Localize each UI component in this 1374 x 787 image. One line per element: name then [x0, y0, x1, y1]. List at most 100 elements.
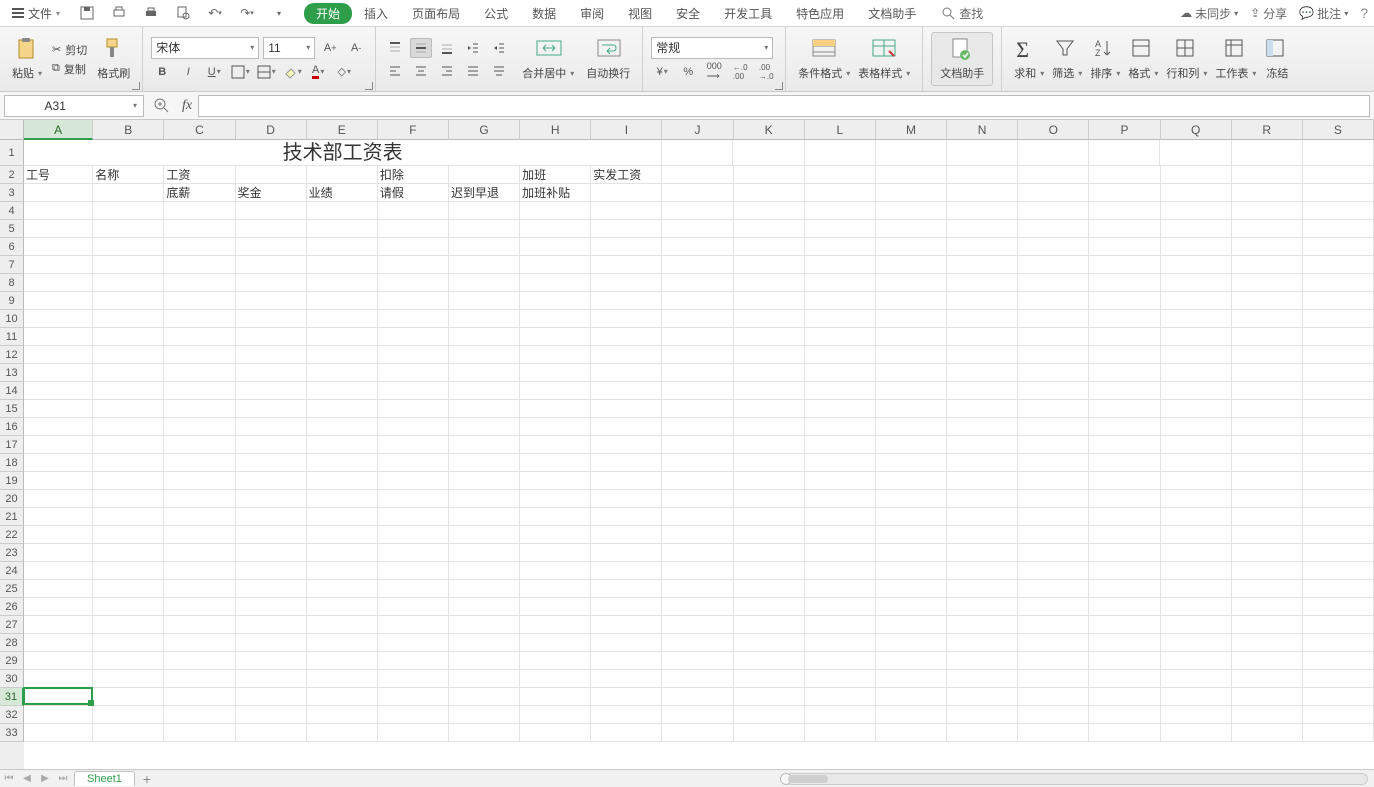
- indent-increase-button[interactable]: [488, 38, 510, 58]
- scroll-thumb[interactable]: [788, 775, 828, 783]
- page-zoom-icon[interactable]: [172, 3, 194, 23]
- merge-center-button[interactable]: 合并居中▾: [518, 37, 578, 81]
- save-icon[interactable]: [76, 3, 98, 23]
- clipboard-launcher[interactable]: [132, 82, 140, 90]
- search-icon: [942, 7, 955, 20]
- align-distributed-button[interactable]: [488, 61, 510, 81]
- font-grow-button[interactable]: A+: [319, 38, 341, 58]
- filter-button[interactable]: 筛选▾: [1048, 37, 1086, 81]
- share-label: 分享: [1263, 5, 1287, 22]
- cell-style-button[interactable]: ▾: [255, 62, 277, 82]
- wrap-text-button[interactable]: 自动换行: [582, 37, 634, 81]
- menu-file[interactable]: 文件 ▾: [6, 3, 66, 24]
- tab-view[interactable]: 视图: [616, 3, 664, 24]
- bold-button[interactable]: B: [151, 62, 173, 82]
- annotate-label: 批注: [1317, 5, 1341, 22]
- align-right-button[interactable]: [436, 61, 458, 81]
- font-color-button[interactable]: A▾: [307, 62, 329, 82]
- cond-fmt-icon: [811, 37, 837, 63]
- hamburger-icon: [12, 8, 24, 18]
- tab-layout[interactable]: 页面布局: [400, 3, 472, 24]
- tab-insert[interactable]: 插入: [352, 3, 400, 24]
- select-all-corner[interactable]: [0, 120, 24, 140]
- percent-button[interactable]: %: [677, 62, 699, 82]
- format-icon: [1130, 37, 1156, 63]
- comma-button[interactable]: 000⟶: [703, 62, 725, 82]
- tab-special[interactable]: 特色应用: [784, 3, 856, 24]
- undo-icon[interactable]: ↶▾: [204, 3, 226, 23]
- decimal-increase-button[interactable]: ←.0.00: [729, 62, 751, 82]
- align-center-button[interactable]: [410, 61, 432, 81]
- fx-label[interactable]: fx: [182, 98, 192, 114]
- qat-more-icon[interactable]: ▾: [268, 3, 290, 23]
- rowcol-button[interactable]: 行和列▾: [1162, 37, 1211, 81]
- sheet-nav-prev[interactable]: ◀: [18, 773, 36, 784]
- number-format-select[interactable]: 常规▾: [651, 37, 773, 59]
- valign-middle-button[interactable]: [410, 38, 432, 58]
- tab-dochelper[interactable]: 文档助手: [856, 3, 928, 24]
- annotate-button[interactable]: 💬 批注 ▾: [1299, 5, 1348, 22]
- tab-devtools[interactable]: 开发工具: [712, 3, 784, 24]
- align-justify-button[interactable]: [462, 61, 484, 81]
- copy-button[interactable]: ⧉复制: [52, 61, 86, 77]
- table-style-icon: [871, 37, 897, 63]
- font-launcher[interactable]: [365, 82, 373, 90]
- fill-color-button[interactable]: ▾: [281, 62, 303, 82]
- paste-button[interactable]: 粘贴▾: [8, 37, 46, 81]
- funnel-icon: [1054, 37, 1080, 63]
- font-size-select[interactable]: 11▾: [263, 37, 315, 59]
- tab-review[interactable]: 审阅: [568, 3, 616, 24]
- tab-security[interactable]: 安全: [664, 3, 712, 24]
- sheet-nav-last[interactable]: ⏭: [54, 773, 72, 784]
- table-style-button[interactable]: 表格样式▾: [854, 37, 914, 81]
- format-painter-button[interactable]: 格式刷: [93, 37, 134, 81]
- indent-decrease-button[interactable]: [462, 38, 484, 58]
- font-name-select[interactable]: 宋体▾: [151, 37, 259, 59]
- decimal-decrease-button[interactable]: .00→.0: [755, 62, 777, 82]
- row-headers[interactable]: 1234567891011121314151617181920212223242…: [0, 140, 24, 769]
- formula-bar[interactable]: [198, 95, 1370, 117]
- sort-icon: AZ: [1092, 37, 1118, 63]
- sheet-tab[interactable]: Sheet1: [74, 771, 135, 786]
- cell-grid[interactable]: 技术部工资表工号名称工资扣除加班实发工资底薪奖金业绩请假迟到早退加班补贴: [24, 140, 1374, 769]
- search-label[interactable]: 查找: [959, 5, 983, 22]
- svg-text:Z: Z: [1095, 48, 1101, 58]
- name-box[interactable]: A31 ▾: [4, 95, 144, 117]
- doc-assist-button[interactable]: 文档助手: [931, 32, 993, 86]
- italic-button[interactable]: I: [177, 62, 199, 82]
- tab-formula[interactable]: 公式: [472, 3, 520, 24]
- underline-button[interactable]: U▾: [203, 62, 225, 82]
- share-button[interactable]: ⇪ 分享: [1250, 5, 1287, 22]
- valign-bottom-button[interactable]: [436, 38, 458, 58]
- cut-button[interactable]: ✂剪切: [52, 42, 87, 58]
- help-icon[interactable]: ?: [1360, 5, 1368, 21]
- add-sheet-button[interactable]: +: [135, 771, 159, 787]
- number-launcher[interactable]: [775, 82, 783, 90]
- freeze-button[interactable]: 冻结: [1260, 37, 1294, 81]
- zoom-icon[interactable]: [154, 98, 170, 114]
- format-button[interactable]: 格式▾: [1124, 37, 1162, 81]
- horizontal-scrollbar[interactable]: [785, 773, 1368, 785]
- valign-top-button[interactable]: [384, 38, 406, 58]
- print-icon[interactable]: [140, 3, 162, 23]
- redo-icon[interactable]: ↷▾: [236, 3, 258, 23]
- clear-format-button[interactable]: ◇▾: [333, 62, 355, 82]
- worksheet-button[interactable]: 工作表▾: [1211, 37, 1260, 81]
- tab-start[interactable]: 开始: [304, 3, 352, 24]
- tab-data[interactable]: 数据: [520, 3, 568, 24]
- sheet-nav-next[interactable]: ▶: [36, 773, 54, 784]
- conditional-format-button[interactable]: 条件格式▾: [794, 37, 854, 81]
- sum-button[interactable]: Σ求和▾: [1010, 37, 1048, 81]
- border-button[interactable]: ▾: [229, 62, 251, 82]
- sync-status[interactable]: ☁ 未同步 ▾: [1180, 5, 1238, 22]
- worksheet-icon: [1223, 37, 1249, 63]
- sort-button[interactable]: AZ排序▾: [1086, 37, 1124, 81]
- chevron-down-icon: ▾: [1344, 9, 1348, 18]
- font-shrink-button[interactable]: A-: [345, 38, 367, 58]
- currency-button[interactable]: ¥▾: [651, 62, 673, 82]
- column-headers[interactable]: ABCDEFGHIJKLMNOPQRS: [24, 120, 1374, 140]
- align-left-button[interactable]: [384, 61, 406, 81]
- doc-assist-icon: [949, 37, 975, 63]
- print-preview-icon[interactable]: [108, 3, 130, 23]
- sheet-nav-first[interactable]: ⏮: [0, 773, 18, 784]
